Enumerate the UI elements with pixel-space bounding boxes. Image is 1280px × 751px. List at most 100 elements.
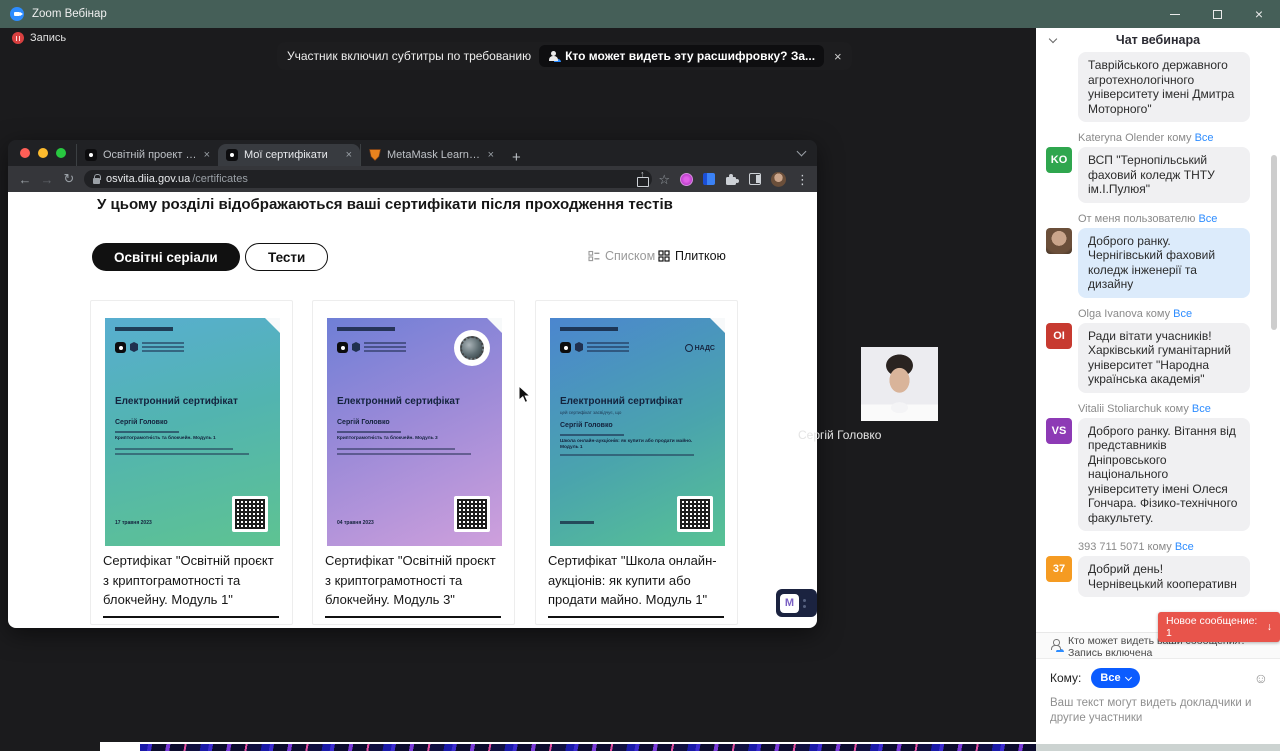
certificate-caption: Сертифікат "Освітній проєкт з криптограм… xyxy=(325,551,505,610)
chat-bubble: ВСП "Тернопільський фаховий коледж ТНТУ … xyxy=(1078,147,1250,203)
chat-scrollbar-thumb[interactable] xyxy=(1271,155,1277,330)
reload-icon[interactable]: ↻ xyxy=(58,171,80,187)
certificate-poster: Електронний сертифікат Сергій Головко Кр… xyxy=(105,318,280,546)
chat-message-list[interactable]: Таврійського державного агротехнологічно… xyxy=(1036,52,1280,632)
webinar-chat-panel: Чат вебинара Таврійського державного агр… xyxy=(1036,28,1280,751)
ukraine-emblem-icon xyxy=(575,342,583,352)
zoom-app-icon xyxy=(10,7,24,21)
recipient-link[interactable]: Все xyxy=(1198,213,1217,225)
view-grid-toggle[interactable]: Плиткою xyxy=(658,249,726,263)
round-seal-badge xyxy=(454,330,490,366)
certificate-number-bar xyxy=(560,327,618,331)
chat-bubble: Доброго ранку. Чернігівський фаховий кол… xyxy=(1078,228,1250,298)
back-icon[interactable]: ← xyxy=(14,172,36,187)
chat-message-sender: Kateryna Olender кому Все xyxy=(1078,132,1270,144)
certificate-date-bar xyxy=(560,521,594,524)
certificate-card[interactable]: НАДС Електронний сертифікат цей сертифік… xyxy=(535,300,738,625)
chat-message: Kateryna Olender кому Все KOВСП "Тернопіл… xyxy=(1046,132,1270,203)
bookmark-star-icon[interactable]: ☆ xyxy=(658,173,670,186)
ukraine-emblem-icon xyxy=(130,342,138,352)
filter-educational-series[interactable]: Освітні серіали xyxy=(92,243,240,271)
metamask-widget[interactable]: M xyxy=(776,589,817,617)
filter-tests[interactable]: Тести xyxy=(245,243,328,271)
certificate-card[interactable]: Електронний сертифікат Сергій Головко Кр… xyxy=(90,300,293,625)
chat-compose-area: Кому: Все ☺ Ваш текст могут видеть докла… xyxy=(1036,658,1280,751)
initials-avatar: OI xyxy=(1046,323,1072,349)
chat-bubble: Таврійського державного агротехнологічно… xyxy=(1078,52,1250,122)
extensions-puzzle-icon[interactable] xyxy=(725,173,739,186)
chat-bubble: Доброго ранку. Вітання від представників… xyxy=(1078,418,1250,532)
chat-message-sender: Vitalii Stoliarchuk кому Все xyxy=(1078,403,1270,415)
certificate-holder-name: Сергій Головко xyxy=(115,419,168,426)
certificate-heading: Електронний сертифікат xyxy=(560,396,683,407)
close-button[interactable]: × xyxy=(1238,0,1280,28)
caption-underline xyxy=(325,616,501,618)
tab-metamask-learn[interactable]: MetaMask Learn | Цільова сто... × xyxy=(360,144,502,166)
sidebar-icon[interactable] xyxy=(749,173,761,185)
extension-blue-icon[interactable] xyxy=(703,173,715,185)
tab-my-certificates[interactable]: Мої сертифікати × xyxy=(218,144,360,166)
recipient-link[interactable]: Все xyxy=(1175,541,1194,553)
certificate-poster: Електронний сертифікат Сергій Головко Кр… xyxy=(327,318,502,546)
recipient-link[interactable]: Все xyxy=(1173,308,1192,320)
share-page-icon[interactable] xyxy=(637,173,648,186)
participant-video-tile[interactable] xyxy=(861,347,938,421)
tab-close-icon[interactable]: × xyxy=(488,149,494,161)
tab-close-icon[interactable]: × xyxy=(346,149,352,161)
emoji-icon[interactable]: ☺ xyxy=(1254,671,1268,685)
chat-message: Vitalii Stoliarchuk кому ВсеVSДоброго ра… xyxy=(1046,403,1270,532)
chat-message-sender: От меня пользователю Все xyxy=(1078,213,1270,225)
browser-window: Освітній проект з криптогра... × Мої сер… xyxy=(8,140,817,628)
certificate-holder-name: Сергій Головко xyxy=(560,422,613,429)
widget-dots xyxy=(803,599,806,608)
certificate-module: Криптограмотність та блокчейн. Модуль 1 xyxy=(115,436,267,442)
metamask-m-icon: M xyxy=(780,594,799,613)
browser-menu-icon[interactable]: ⋮ xyxy=(796,173,809,186)
tab-search-chevron-icon[interactable] xyxy=(797,147,807,157)
chat-message: 393 711 5071 кому Все37Добрий день! Черн… xyxy=(1046,541,1270,597)
captions-notification-text: Участник включил субтитры по требованию xyxy=(287,49,531,63)
mac-window-buttons[interactable] xyxy=(20,148,66,158)
recipient-link[interactable]: Все xyxy=(1192,403,1211,415)
recipient-select[interactable]: Все xyxy=(1091,668,1139,688)
qr-code xyxy=(677,496,713,532)
page-heading: У цьому розділі відображаються ваші серт… xyxy=(97,196,673,213)
notification-close-icon[interactable]: × xyxy=(834,49,842,64)
maximize-button[interactable] xyxy=(1196,0,1238,28)
browser-toolbar: ← → ↻ osvita.diia.gov.ua/certificates ☆ … xyxy=(8,166,817,192)
transcript-visibility-button[interactable]: Кто может видеть эту расшифровку? За... xyxy=(539,45,824,67)
tab-osvita-project[interactable]: Освітній проект з криптогра... × xyxy=(76,144,218,166)
diia-favicon xyxy=(226,149,238,161)
certificate-card[interactable]: Електронний сертифікат Сергій Головко Кр… xyxy=(312,300,515,625)
forward-icon[interactable]: → xyxy=(36,172,58,187)
diia-logo xyxy=(115,342,126,353)
chat-message-sender: Olga Ivanova кому Все xyxy=(1078,308,1270,320)
address-bar[interactable]: osvita.diia.gov.ua/certificates xyxy=(84,170,652,188)
new-message-badge[interactable]: Новое сообщение: 1 ↓ xyxy=(1158,612,1280,642)
qr-code xyxy=(232,496,268,532)
new-tab-button[interactable]: + xyxy=(512,149,521,166)
browser-tabstrip: Освітній проект з криптогра... × Мої сер… xyxy=(8,140,817,166)
chat-header: Чат вебинара xyxy=(1036,28,1280,52)
diia-favicon xyxy=(85,149,97,161)
mac-zoom-button[interactable] xyxy=(56,148,66,158)
mac-minimize-button[interactable] xyxy=(38,148,48,158)
initials-avatar: KO xyxy=(1046,147,1072,173)
certificate-heading: Електронний сертифікат xyxy=(337,396,460,407)
minimize-button[interactable] xyxy=(1154,0,1196,28)
page-fold-decoration xyxy=(265,318,280,333)
chat-message: Таврійського державного агротехнологічно… xyxy=(1046,52,1270,122)
chat-input[interactable]: Ваш текст могут видеть докладчики и друг… xyxy=(1050,696,1264,726)
chevron-down-icon xyxy=(1125,673,1132,680)
privacy-person-icon xyxy=(1050,639,1061,650)
diia-logo xyxy=(337,342,348,353)
view-list-toggle[interactable]: Списком xyxy=(588,249,655,263)
ministry-text-bars xyxy=(364,342,406,354)
ministry-text-bars xyxy=(142,342,184,354)
profile-avatar[interactable] xyxy=(771,172,786,187)
qr-code xyxy=(454,496,490,532)
extension-purple-icon[interactable] xyxy=(680,173,693,186)
mac-close-button[interactable] xyxy=(20,148,30,158)
tab-close-icon[interactable]: × xyxy=(204,149,210,161)
recipient-link[interactable]: Все xyxy=(1195,132,1214,144)
